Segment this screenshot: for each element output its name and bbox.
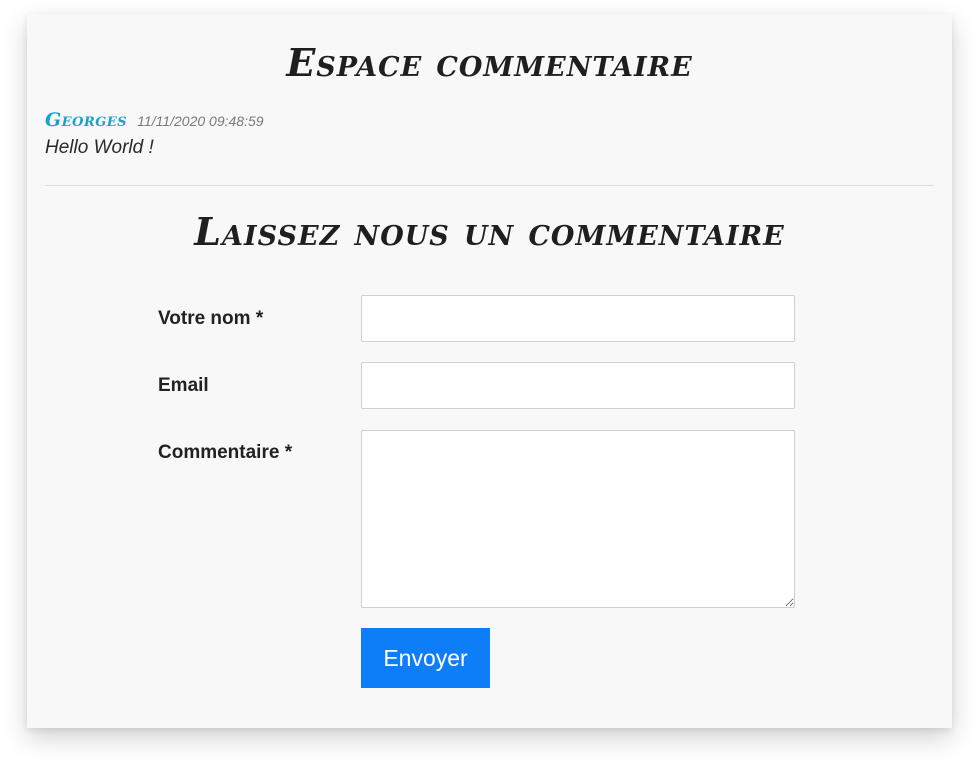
comment-label: Commentaire * [158,442,293,463]
comment-text: Hello World ! [45,137,154,158]
comment-author: Georges [45,109,128,131]
email-label: Email [158,375,209,396]
name-label: Votre nom * [158,308,264,329]
form-title: Laissez nous un commentaire [194,209,785,254]
comment-timestamp: 11/11/2020 09:48:59 [137,113,264,129]
section-title: Espace commentaire [286,40,693,85]
submit-button[interactable]: Envoyer [361,628,490,688]
comments-card: Espace commentaire Georges 11/11/2020 09… [27,14,952,728]
comment-textarea[interactable] [361,430,795,608]
divider [45,185,934,186]
comment-item: Georges 11/11/2020 09:48:59 Hello World … [45,109,935,159]
email-input[interactable] [361,362,795,409]
name-input[interactable] [361,295,795,342]
comment-header: Georges 11/11/2020 09:48:59 [45,109,935,131]
